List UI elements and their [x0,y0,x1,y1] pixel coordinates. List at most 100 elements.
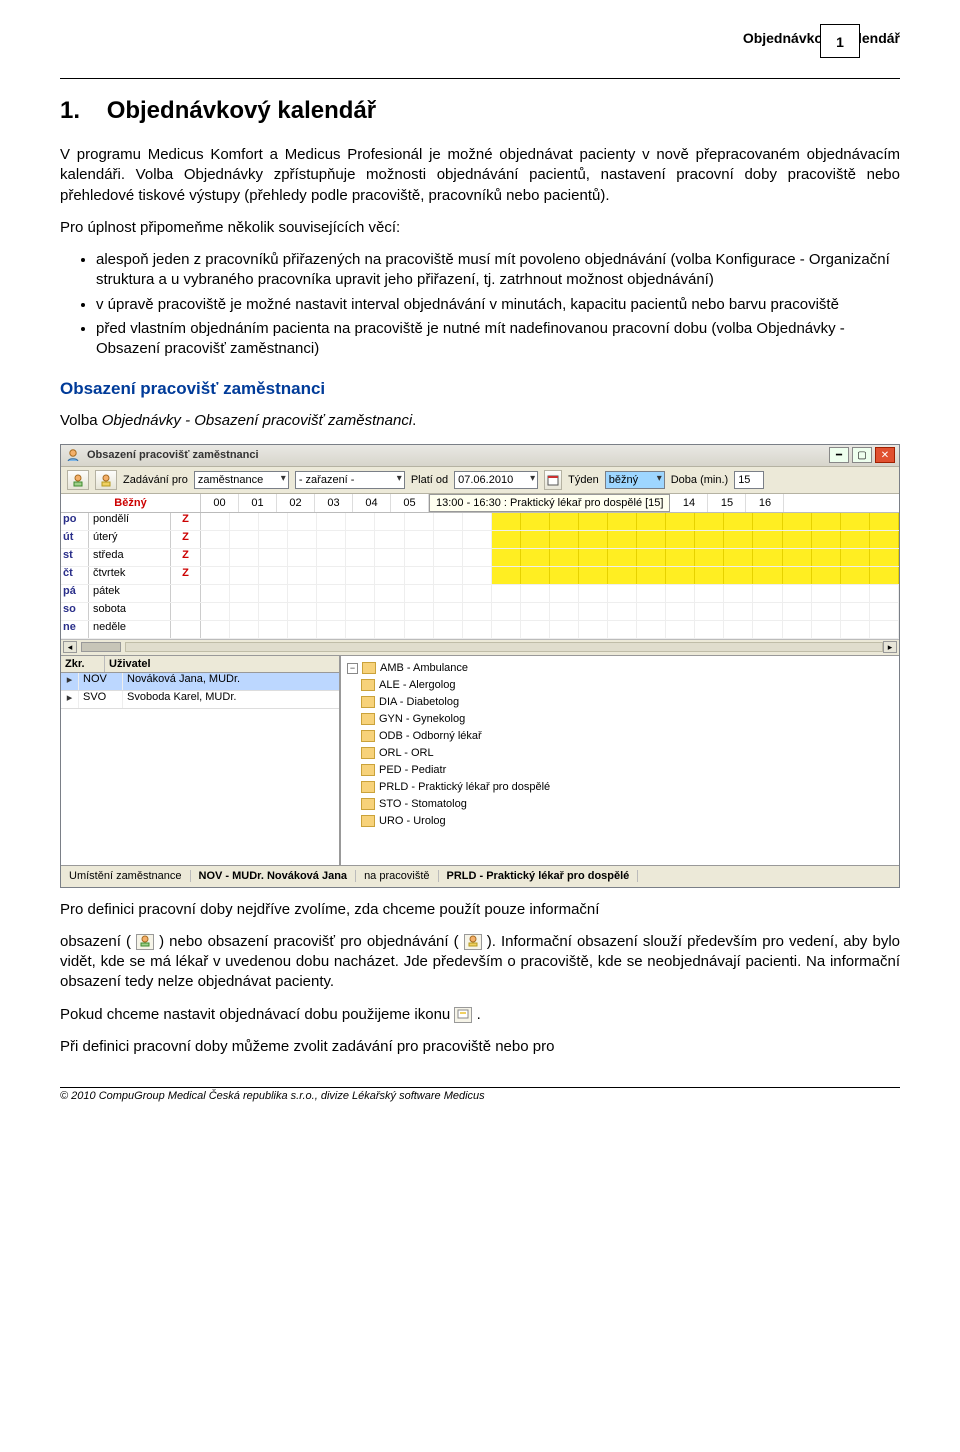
time-slot[interactable] [434,531,463,548]
time-slot[interactable] [317,549,346,566]
platiod-date[interactable]: 07.06.2010 [454,471,538,489]
schedule-day-row[interactable]: pápátek [61,585,899,603]
time-slot[interactable] [695,513,724,530]
zadavani-combo[interactable]: zaměstnance [194,471,289,489]
time-slot[interactable] [317,567,346,584]
time-slot[interactable] [579,513,608,530]
time-slot[interactable] [463,513,492,530]
tree-item[interactable]: PRLD - Praktický lékař pro dospělé [347,779,893,796]
time-slot[interactable] [492,513,521,530]
time-slot[interactable] [434,567,463,584]
time-slot[interactable] [375,549,404,566]
user-row[interactable]: ▸NOVNováková Jana, MUDr. [61,673,339,691]
time-slot[interactable] [695,549,724,566]
time-slot[interactable] [579,585,608,602]
time-slot[interactable] [550,531,579,548]
time-slot[interactable] [753,513,782,530]
time-slot[interactable] [317,585,346,602]
time-slot[interactable] [579,621,608,638]
time-slot[interactable] [288,549,317,566]
time-slot[interactable] [405,513,434,530]
time-slot[interactable] [724,567,753,584]
time-slot[interactable] [346,531,375,548]
time-slot[interactable] [463,621,492,638]
time-slot[interactable] [637,621,666,638]
day-timegrid[interactable] [201,513,899,530]
time-slot[interactable] [201,603,230,620]
time-slot[interactable] [695,567,724,584]
time-slot[interactable] [405,585,434,602]
time-slot[interactable] [521,585,550,602]
time-slot[interactable] [201,513,230,530]
time-slot[interactable] [637,603,666,620]
workplace-tree[interactable]: −AMB - AmbulanceALE - AlergologDIA - Dia… [341,656,899,865]
time-slot[interactable] [870,513,899,530]
time-slot[interactable] [492,585,521,602]
time-slot[interactable] [375,513,404,530]
time-slot[interactable] [608,567,637,584]
time-slot[interactable] [521,603,550,620]
time-slot[interactable] [288,585,317,602]
time-slot[interactable] [870,621,899,638]
day-timegrid[interactable] [201,567,899,584]
time-slot[interactable] [201,567,230,584]
schedule-day-row[interactable]: sosobota [61,603,899,621]
time-slot[interactable] [434,621,463,638]
time-slot[interactable] [783,513,812,530]
time-slot[interactable] [463,567,492,584]
time-slot[interactable] [637,585,666,602]
time-slot[interactable] [375,567,404,584]
time-slot[interactable] [405,549,434,566]
time-slot[interactable] [870,531,899,548]
time-slot[interactable] [230,621,259,638]
calendar-picker-button[interactable] [544,470,562,490]
time-slot[interactable] [375,603,404,620]
time-slot[interactable] [695,585,724,602]
time-slot[interactable] [841,567,870,584]
time-slot[interactable] [230,567,259,584]
time-slot[interactable] [259,621,288,638]
time-slot[interactable] [492,621,521,638]
time-slot[interactable] [783,621,812,638]
time-slot[interactable] [783,585,812,602]
time-slot[interactable] [550,549,579,566]
time-slot[interactable] [346,585,375,602]
time-slot[interactable] [841,621,870,638]
time-slot[interactable] [288,531,317,548]
time-slot[interactable] [870,549,899,566]
time-slot[interactable] [637,513,666,530]
time-slot[interactable] [666,549,695,566]
time-slot[interactable] [637,567,666,584]
time-slot[interactable] [724,621,753,638]
time-slot[interactable] [841,585,870,602]
time-slot[interactable] [405,621,434,638]
time-slot[interactable] [463,585,492,602]
time-slot[interactable] [841,603,870,620]
time-slot[interactable] [259,585,288,602]
time-slot[interactable] [259,603,288,620]
time-slot[interactable] [317,603,346,620]
time-slot[interactable] [230,603,259,620]
time-slot[interactable] [812,567,841,584]
time-slot[interactable] [259,567,288,584]
time-slot[interactable] [666,585,695,602]
time-slot[interactable] [812,531,841,548]
time-slot[interactable] [753,531,782,548]
time-slot[interactable] [579,531,608,548]
scroll-right-arrow[interactable]: ▸ [883,641,897,653]
scroll-left-arrow[interactable]: ◂ [63,641,77,653]
time-slot[interactable] [812,549,841,566]
time-slot[interactable] [637,531,666,548]
schedule-day-row[interactable]: popondělíZ [61,513,899,531]
time-slot[interactable] [724,585,753,602]
time-slot[interactable] [405,567,434,584]
tree-item[interactable]: ALE - Alergolog [347,677,893,694]
time-slot[interactable] [375,585,404,602]
time-slot[interactable] [724,531,753,548]
time-slot[interactable] [550,567,579,584]
time-slot[interactable] [259,531,288,548]
time-slot[interactable] [608,603,637,620]
time-slot[interactable] [201,549,230,566]
time-slot[interactable] [753,603,782,620]
window-minimize-button[interactable]: ━ [829,447,849,463]
